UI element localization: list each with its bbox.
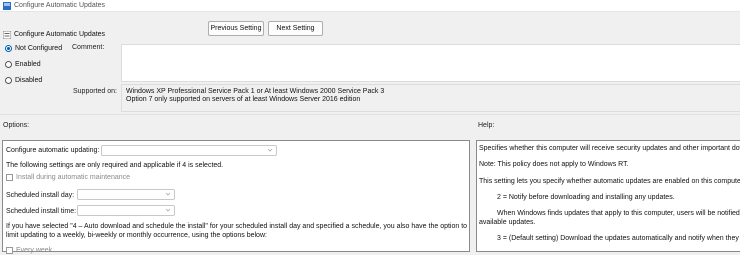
help-line-4: 2 = Notify before downloading and instal… — [497, 194, 675, 201]
help-line-5: When Windows finds updates that apply to… — [497, 210, 740, 217]
help-line-7: 3 = (Default setting) Download the updat… — [497, 235, 740, 242]
schedule-paragraph-line-1: If you have selected "4 – Auto download … — [6, 223, 468, 230]
maintenance-checkbox[interactable] — [6, 174, 13, 181]
install-time-select[interactable] — [77, 205, 175, 216]
help-line-2: Note: This policy does not apply to Wind… — [479, 161, 629, 168]
supported-line-1: Windows XP Professional Service Pack 1 o… — [126, 88, 385, 95]
maintenance-label: Install during automatic maintenance — [16, 174, 131, 181]
options-heading: Options: — [3, 122, 30, 129]
help-line-1: Specifies whether this computer will rec… — [479, 145, 740, 152]
policy-header: Configure Automatic Updates — [0, 13, 740, 43]
configure-updating-select[interactable] — [101, 145, 277, 156]
chevron-down-icon — [267, 148, 273, 152]
next-setting-button[interactable]: Next Setting — [268, 21, 323, 36]
radio-label: Disabled — [15, 77, 43, 84]
radio-indicator — [5, 77, 12, 84]
radio-label: Not Configured — [15, 45, 63, 52]
schedule-paragraph-line-2: limit updating to a weekly, bi-weekly or… — [6, 232, 267, 239]
chevron-down-icon — [165, 192, 171, 196]
help-pane: Specifies whether this computer will rec… — [476, 140, 740, 252]
install-day-label: Scheduled install day: — [6, 192, 75, 199]
policy-name: Configure Automatic Updates — [14, 31, 106, 38]
install-day-select[interactable] — [77, 189, 175, 200]
install-time-label: Scheduled install time: — [6, 208, 77, 215]
settings-note: The following settings are only required… — [6, 162, 224, 169]
divider — [0, 114, 740, 115]
comment-textarea[interactable] — [121, 44, 740, 82]
radio-indicator — [5, 45, 12, 52]
comment-label: Comment: — [72, 44, 105, 51]
supported-line-2: Option 7 only supported on servers of at… — [126, 96, 361, 103]
help-line-6: available updates. — [479, 219, 536, 226]
help-line-3: This setting lets you specify whether au… — [479, 178, 740, 185]
help-heading: Help: — [478, 122, 495, 129]
supported-on-box: Windows XP Professional Service Pack 1 o… — [121, 84, 740, 112]
disabled-radio[interactable]: Disabled — [5, 77, 42, 84]
supported-on-label: Supported on: — [73, 88, 117, 95]
policy-app-icon — [3, 2, 11, 10]
chevron-down-icon — [165, 208, 171, 212]
policy-icon — [3, 31, 11, 39]
not-configured-radio[interactable]: Not Configured — [5, 45, 62, 52]
previous-setting-button[interactable]: Previous Setting — [208, 21, 264, 36]
every-week-checkbox[interactable] — [6, 247, 13, 254]
enabled-radio[interactable]: Enabled — [5, 61, 41, 68]
window-title: Configure Automatic Updates — [14, 2, 106, 9]
radio-label: Enabled — [15, 61, 41, 68]
title-bar: Configure Automatic Updates — [0, 0, 740, 12]
configure-updating-label: Configure automatic updating: — [6, 147, 100, 154]
radio-indicator — [5, 61, 12, 68]
every-week-label: Every week — [16, 247, 53, 254]
options-pane: Configure automatic updating: The follow… — [2, 140, 470, 254]
